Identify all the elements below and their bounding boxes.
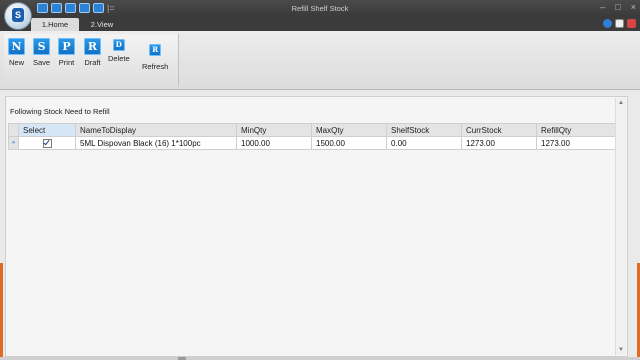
- ribbon-tabs: 1.Home 2.View: [0, 17, 640, 31]
- print-button[interactable]: P Print: [58, 38, 75, 67]
- delete-label: Delete: [108, 54, 130, 63]
- column-header-refillqty[interactable]: RefillQty: [536, 123, 622, 137]
- panel-title: Following Stock Need to Refill: [10, 107, 110, 116]
- tab-view[interactable]: 2.View: [84, 18, 120, 31]
- column-header-currstock[interactable]: CurrStock: [461, 123, 537, 137]
- select-cell[interactable]: [18, 136, 76, 150]
- refill-panel: Following Stock Need to Refill Select Na…: [5, 96, 628, 357]
- exit-icon[interactable]: [627, 19, 636, 28]
- scroll-down-icon[interactable]: ▼: [616, 345, 626, 355]
- save-label: Save: [33, 58, 51, 67]
- window-controls: – □ ×: [600, 2, 636, 12]
- close-button[interactable]: ×: [631, 2, 636, 12]
- new-icon: N: [8, 38, 25, 55]
- left-accent-edge: [0, 263, 3, 360]
- help-icon[interactable]: [603, 19, 612, 28]
- new-label: New: [8, 58, 24, 67]
- cell-name[interactable]: 5ML Dispovan Black (16) 1*100pc: [75, 136, 237, 150]
- print-label: Print: [58, 58, 75, 67]
- minimize-button[interactable]: –: [600, 2, 605, 12]
- vertical-scrollbar[interactable]: ▲ ▼: [615, 98, 626, 355]
- maximize-button[interactable]: □: [615, 2, 620, 12]
- ribbon: N New S Save P Print R Draft D Delete R …: [0, 31, 640, 90]
- delete-button[interactable]: D Delete: [108, 38, 130, 63]
- draft-button[interactable]: R Draft: [84, 38, 101, 67]
- column-header-minqty[interactable]: MinQty: [236, 123, 312, 137]
- app-logo-icon: S: [12, 8, 24, 22]
- cell-currstock[interactable]: 1273.00: [461, 136, 537, 150]
- cell-shelfstock[interactable]: 0.00: [386, 136, 462, 150]
- app-window: |= Refill Shelf Stock – □ × S 1.Home 2.V…: [0, 0, 640, 360]
- window-title: Refill Shelf Stock: [291, 4, 349, 13]
- table-row[interactable]: » 5ML Dispovan Black (16) 1*100pc 1000.0…: [8, 136, 622, 150]
- document-icon[interactable]: [615, 19, 624, 28]
- tab-strip-icons: [603, 19, 636, 28]
- save-button[interactable]: S Save: [33, 38, 50, 67]
- save-icon: S: [33, 38, 51, 55]
- refresh-icon: R: [149, 44, 162, 56]
- new-button[interactable]: N New: [8, 38, 25, 67]
- column-header-select[interactable]: Select: [18, 123, 76, 137]
- row-indicator[interactable]: »: [8, 136, 19, 150]
- refresh-label: Refresh: [142, 62, 169, 71]
- column-header-name[interactable]: NameToDisplay: [75, 123, 237, 137]
- select-checkbox[interactable]: [42, 138, 52, 148]
- column-header-shelfstock[interactable]: ShelfStock: [386, 123, 462, 137]
- draft-label: Draft: [84, 58, 101, 67]
- cell-minqty[interactable]: 1000.00: [236, 136, 312, 150]
- tab-home[interactable]: 1.Home: [31, 18, 79, 31]
- cell-refillqty[interactable]: 1273.00: [536, 136, 622, 150]
- app-menu-button[interactable]: S: [4, 2, 32, 30]
- title-bar: |= Refill Shelf Stock – □ ×: [0, 0, 640, 17]
- cell-maxqty[interactable]: 1500.00: [311, 136, 387, 150]
- grid-header-row: Select NameToDisplay MinQty MaxQty Shelf…: [8, 123, 622, 137]
- refill-grid: Select NameToDisplay MinQty MaxQty Shelf…: [8, 123, 622, 150]
- content-area: Following Stock Need to Refill Select Na…: [0, 90, 640, 360]
- delete-icon: D: [112, 39, 125, 51]
- refresh-button[interactable]: R Refresh: [142, 38, 168, 71]
- scroll-up-icon[interactable]: ▲: [616, 98, 626, 108]
- draft-icon: R: [84, 38, 101, 55]
- column-header-maxqty[interactable]: MaxQty: [311, 123, 387, 137]
- print-icon: P: [58, 38, 75, 55]
- select-all-corner[interactable]: [8, 123, 19, 137]
- ribbon-group-actions: N New S Save P Print R Draft D Delete R …: [4, 34, 179, 86]
